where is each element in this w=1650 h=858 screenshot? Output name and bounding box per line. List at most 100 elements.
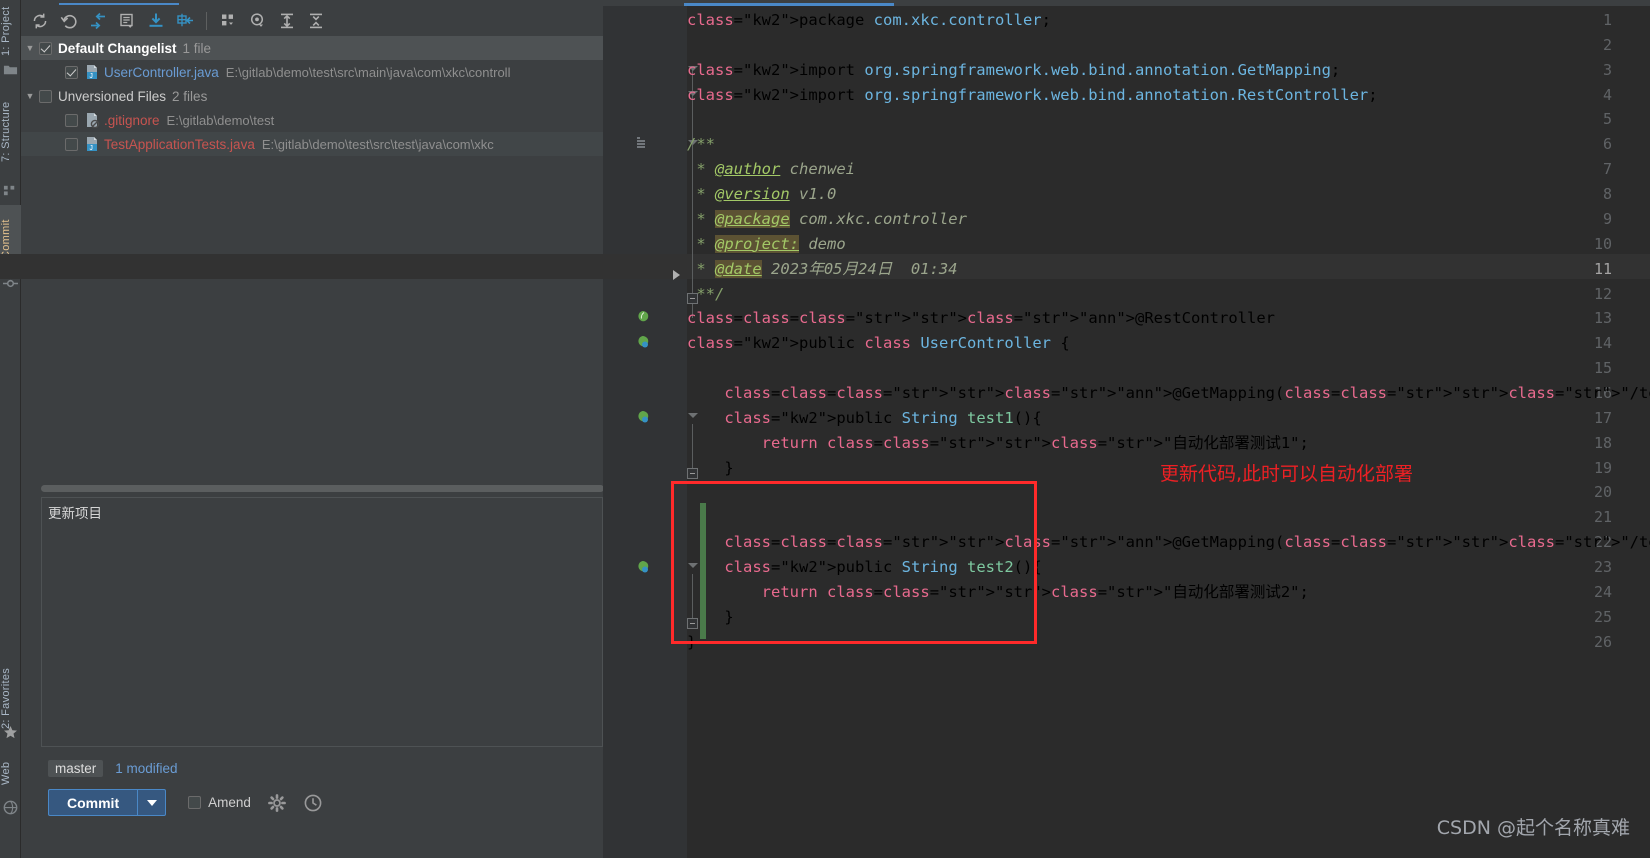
code-line-13: class=class=class="str">"str">class="str… bbox=[687, 309, 1275, 328]
move-to-changelist-icon[interactable] bbox=[171, 8, 198, 34]
code-line-14: class="kw2">public class UserController … bbox=[687, 334, 1070, 353]
commit-message-input[interactable]: 更新项目 bbox=[41, 497, 603, 747]
project-icon bbox=[3, 65, 18, 75]
file-name: .gitignore bbox=[104, 112, 160, 128]
code-line-18: return class=class="str">"str">class="st… bbox=[761, 433, 1309, 452]
rollback-icon[interactable] bbox=[55, 8, 82, 34]
sidebar-item-label: Commit bbox=[0, 219, 12, 259]
changelist-row-unversioned[interactable]: ▼ Unversioned Files 2 files bbox=[21, 84, 603, 108]
ignored-file-icon bbox=[84, 112, 100, 129]
red-annotation-text: 更新代码,此时可以自动化部署 bbox=[1160, 463, 1414, 485]
file-path: E:\gitlab\demo\test\src\test\java\com\xk… bbox=[261, 136, 494, 152]
update-project-icon[interactable] bbox=[142, 8, 169, 34]
run-gutter-icon[interactable] bbox=[673, 270, 680, 280]
line-number-gutter[interactable] bbox=[603, 6, 687, 858]
file-row-gitignore[interactable]: .gitignore E:\gitlab\demo\test bbox=[21, 108, 603, 132]
code-line-17: class="kw2">public String test1(){ bbox=[724, 408, 1042, 427]
refresh-icon[interactable] bbox=[26, 8, 53, 34]
code-line-22: class=class=class="str">"str">class="str… bbox=[724, 533, 1650, 552]
code-line-25: } bbox=[687, 607, 734, 626]
file-checkbox[interactable] bbox=[65, 65, 78, 79]
file-row-testapplicationtests[interactable]: J TestApplicationTests.java E:\gitlab\de… bbox=[21, 132, 603, 156]
spring-endpoint-icon[interactable] bbox=[636, 560, 649, 573]
code-line-4: class="kw2">import org.springframework.w… bbox=[687, 85, 1378, 104]
commit-message-text: 更新项目 bbox=[48, 506, 102, 521]
file-path: E:\gitlab\demo\test\src\main\java\com\xk… bbox=[225, 64, 511, 80]
changelist-count: 2 files bbox=[172, 88, 208, 104]
active-tab-underline bbox=[59, 3, 179, 5]
favorites-icon bbox=[4, 725, 17, 739]
commit-button[interactable]: Commit bbox=[48, 789, 138, 816]
amend-label: Amend bbox=[208, 795, 251, 810]
code-editor[interactable]: 1 2 3 4 5 6 7 8 9 10 11 12 13 14 15 16 1… bbox=[0, 0, 1650, 858]
code-line-1: class="kw2">package com.xkc.controller; bbox=[687, 11, 1051, 29]
svg-text:J: J bbox=[89, 73, 93, 80]
file-name: UserController.java bbox=[104, 64, 219, 80]
watermark-text: CSDN @起个名称真难 bbox=[1436, 817, 1630, 839]
code-line-24: return class=class="str">"str">class="st… bbox=[761, 582, 1309, 601]
chevron-down-icon[interactable]: ▼ bbox=[21, 43, 39, 53]
clock-icon[interactable] bbox=[303, 793, 323, 813]
sidebar-item-structure[interactable]: 7: Structure bbox=[0, 84, 21, 180]
code-line-12: **/ bbox=[687, 284, 725, 303]
code-text[interactable]: class="kw2">package com.xkc.controller; … bbox=[687, 6, 1650, 858]
file-row-usercontroller[interactable]: J UserController.java E:\gitlab\demo\tes… bbox=[21, 60, 603, 84]
commit-button-label: Commit bbox=[67, 794, 120, 811]
file-path: E:\gitlab\demo\test bbox=[166, 112, 275, 128]
group-by-icon[interactable] bbox=[215, 8, 242, 34]
javadoc-marker-icon[interactable] bbox=[636, 136, 649, 149]
modified-count-label: 1 modified bbox=[115, 760, 178, 776]
toolbar-separator bbox=[206, 12, 207, 30]
changelist-row-default[interactable]: ▼ Default Changelist 1 file bbox=[21, 36, 603, 60]
edit-changelist-icon[interactable] bbox=[113, 8, 140, 34]
sidebar-item-label: 2: Favorites bbox=[0, 667, 12, 729]
amend-checkbox-row[interactable]: Amend bbox=[188, 795, 251, 810]
code-line-8: * @version v1.0 bbox=[687, 185, 837, 203]
code-line-7: * @author chenwei bbox=[687, 160, 855, 179]
code-line-11: * @date 2023年05月24日 01:34 bbox=[687, 259, 958, 278]
commit-tool-window: ▼ Default Changelist 1 file J UserContro… bbox=[21, 0, 604, 858]
file-name: TestApplicationTests.java bbox=[104, 136, 255, 152]
amend-checkbox[interactable] bbox=[188, 796, 202, 809]
file-checkbox[interactable] bbox=[65, 137, 78, 151]
svg-text:J: J bbox=[89, 145, 93, 152]
sidebar-item-web[interactable]: Web bbox=[0, 750, 21, 796]
code-line-23: class="kw2">public String test2(){ bbox=[724, 558, 1042, 576]
chevron-down-icon-2[interactable]: ▼ bbox=[21, 91, 39, 101]
sidebar-item-project[interactable]: 1: Project bbox=[0, 2, 21, 60]
changelist-label: Default Changelist bbox=[58, 40, 177, 56]
code-line-3: class="kw2">import org.springframework.w… bbox=[687, 60, 1341, 79]
commit-dropdown-arrow[interactable] bbox=[137, 789, 167, 816]
spring-bean-icon[interactable] bbox=[636, 310, 649, 323]
code-line-16: class=class=class="str">"str">class="str… bbox=[724, 384, 1650, 402]
commit-toolbar bbox=[21, 6, 603, 36]
java-file-icon: J bbox=[84, 64, 100, 81]
changelist-checkbox[interactable] bbox=[39, 41, 52, 55]
code-line-26: } bbox=[687, 632, 697, 651]
spring-endpoint-icon[interactable] bbox=[636, 410, 649, 423]
sidebar-item-label: Web bbox=[0, 761, 12, 785]
left-tool-strip: 1: Project 7: Structure Commit 2: Favori… bbox=[0, 0, 21, 858]
file-checkbox[interactable] bbox=[65, 113, 78, 127]
code-line-9: * @package com.xkc.controller bbox=[687, 209, 967, 228]
sidebar-item-label: 1: Project bbox=[0, 6, 12, 56]
gear-icon[interactable] bbox=[267, 793, 287, 813]
code-line-10: * @project: demo bbox=[687, 234, 846, 253]
ide-window: 1: Project 7: Structure Commit 2: Favori… bbox=[0, 0, 1650, 858]
scrollbar-thumb[interactable] bbox=[41, 485, 604, 492]
preview-diff-icon[interactable] bbox=[244, 8, 271, 34]
show-diff-icon[interactable] bbox=[84, 8, 111, 34]
changelist-label: Unversioned Files bbox=[58, 88, 167, 104]
branch-chip[interactable]: master bbox=[48, 759, 104, 777]
changes-tree-hscrollbar[interactable] bbox=[41, 484, 604, 493]
collapse-all-icon[interactable] bbox=[302, 8, 329, 34]
unversioned-checkbox[interactable] bbox=[39, 89, 52, 103]
java-file-icon: J bbox=[84, 136, 100, 153]
branch-status-row: master 1 modified bbox=[48, 757, 178, 779]
sidebar-item-label: 7: Structure bbox=[0, 101, 12, 163]
changelist-count: 1 file bbox=[182, 40, 212, 56]
spring-bean-icon[interactable] bbox=[636, 335, 649, 348]
commit-action-row: Commit Amend bbox=[48, 789, 323, 816]
expand-all-icon[interactable] bbox=[273, 8, 300, 34]
web-icon bbox=[3, 800, 18, 815]
